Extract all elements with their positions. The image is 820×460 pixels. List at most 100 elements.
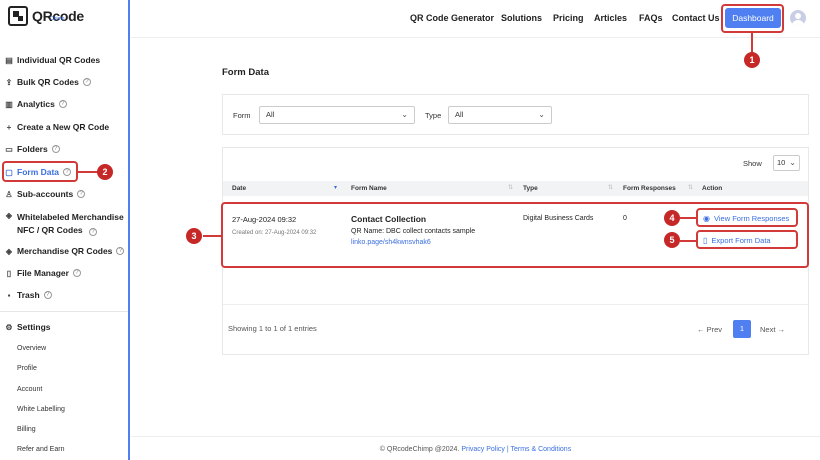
sidebar-item-label: File Manager	[17, 268, 69, 278]
sidebar-item-whitelabeled[interactable]: ◈ Whitelabeled Merchandise NFC / QR Code…	[4, 211, 124, 237]
sidebar-item-label: Merchandise QR Codes	[17, 246, 113, 256]
nav-solutions[interactable]: Solutions	[501, 13, 542, 23]
col-date[interactable]: Date	[232, 185, 246, 192]
qr-logo-icon	[8, 6, 28, 26]
annotation-box-1	[721, 4, 784, 33]
sidebar-item-label: Sub-accounts	[17, 189, 74, 199]
sidebar-item-create-qr[interactable]: + Create a New QR Code	[4, 122, 109, 132]
annotation-line-3	[203, 235, 221, 237]
arrow-left-icon: ←	[697, 325, 705, 334]
col-type[interactable]: Type	[523, 185, 538, 192]
sidebar-item-label: Create a New QR Code	[17, 122, 110, 132]
settings-profile[interactable]: Profile	[17, 365, 37, 372]
sidebar-item-file-manager[interactable]: ▯ File Manager ?	[4, 268, 81, 278]
sidebar-item-trash[interactable]: ▪ Trash ?	[4, 290, 52, 300]
col-action: Action	[702, 185, 723, 192]
sidebar-item-label: Settings	[17, 322, 51, 332]
col-form-name[interactable]: Form Name	[351, 185, 387, 192]
sort-icon[interactable]: ⇅	[608, 184, 613, 191]
sidebar-item-bulk-qr[interactable]: ⇪ Bulk QR Codes ?	[4, 77, 91, 87]
tag-icon: ◈	[5, 211, 13, 220]
stack-icon: ▤	[5, 55, 13, 65]
annotation-badge-2: 2	[97, 164, 113, 180]
sidebar-item-label: Whitelabeled Merchandise	[17, 212, 124, 222]
sidebar-item-sub-accounts[interactable]: ♙ Sub-accounts ?	[4, 189, 86, 199]
sidebar-item-settings[interactable]: ⚙ Settings	[4, 322, 51, 332]
nav-contact[interactable]: Contact Us	[672, 13, 720, 23]
nav-qr-generator[interactable]: QR Code Generator	[410, 13, 494, 23]
page-size-value: 10	[777, 158, 786, 167]
nav-articles[interactable]: Articles	[594, 13, 627, 23]
chevron-down-icon: ⌄	[401, 110, 408, 119]
page-1-button[interactable]: 1	[733, 320, 751, 338]
settings-white-labelling[interactable]: White Labelling	[17, 406, 65, 413]
annotation-line-1	[751, 33, 753, 53]
sidebar-item-label-wrap: Whitelabeled Merchandise NFC / QR Codes …	[17, 211, 124, 237]
settings-overview[interactable]: Overview	[17, 345, 46, 352]
chevron-down-icon: ⌄	[538, 110, 545, 119]
arrow-right-icon: →	[777, 325, 786, 334]
sidebar-item-label: Trash	[17, 290, 40, 300]
settings-refer[interactable]: Refer and Earn	[17, 446, 64, 453]
help-icon[interactable]: ?	[82, 78, 91, 86]
help-icon[interactable]: ?	[72, 269, 81, 277]
help-icon[interactable]: ?	[51, 145, 60, 153]
sort-icon[interactable]: ⇅	[508, 184, 513, 191]
type-filter-label: Type	[425, 111, 442, 120]
help-icon[interactable]: ?	[116, 247, 125, 255]
page-title: Form Data	[222, 67, 269, 78]
footer: © QRcodeChimp @2024. Privacy Policy | Te…	[131, 436, 820, 460]
next-label: Next	[760, 325, 776, 334]
type-filter-select[interactable]: All ⌄	[448, 106, 552, 124]
trash-icon: ▪	[7, 290, 11, 300]
footer-separator: |	[506, 446, 509, 453]
sidebar-divider	[0, 311, 128, 312]
privacy-link[interactable]: Privacy Policy	[461, 446, 505, 453]
prev-button[interactable]: ← Prev	[697, 325, 722, 334]
folder-icon: ▭	[5, 144, 13, 154]
sidebar-item-analytics[interactable]: ▥ Analytics ?	[4, 99, 67, 109]
type-filter-value: All	[455, 110, 464, 119]
nav-faqs[interactable]: FAQs	[639, 13, 663, 23]
chevron-down-icon: ⌄	[789, 158, 796, 167]
footer-copyright: © QRcodeChimp @2024.	[379, 446, 460, 453]
sort-desc-icon[interactable]: ▾	[334, 184, 337, 191]
help-icon[interactable]: ?	[43, 291, 52, 299]
sidebar-item-label: Individual QR Codes	[17, 55, 101, 65]
annotation-badge-4: 4	[664, 210, 680, 226]
logo[interactable]: QRcode	[8, 6, 84, 26]
entries-info: Showing 1 to 1 of 1 entries	[228, 324, 317, 333]
nav-pricing[interactable]: Pricing	[553, 13, 584, 23]
file-icon: ▯	[6, 268, 12, 278]
help-icon[interactable]: ?	[58, 100, 67, 108]
bar-chart-icon: ▥	[5, 99, 13, 109]
sidebar-item-label: Bulk QR Codes	[17, 77, 79, 87]
annotation-box-2	[2, 161, 78, 182]
form-filter-select[interactable]: All ⌄	[259, 106, 415, 124]
sidebar: QRcode Chimp ▤ Individual QR Codes ⇪ Bul…	[0, 0, 130, 460]
next-button[interactable]: Next →	[760, 325, 785, 334]
sidebar-item-merchandise[interactable]: ◈ Merchandise QR Codes ?	[4, 246, 125, 256]
plus-icon: +	[6, 122, 12, 132]
form-filter-label: Form	[233, 111, 251, 120]
gear-icon: ⚙	[5, 322, 13, 332]
annotation-box-4	[696, 208, 798, 227]
upload-icon: ⇪	[5, 77, 13, 87]
help-icon[interactable]: ?	[89, 228, 98, 236]
page-size-select[interactable]: 10 ⌄	[773, 155, 800, 171]
sort-icon[interactable]: ⇅	[688, 184, 693, 191]
terms-link[interactable]: Terms & Conditions	[511, 446, 572, 453]
settings-account[interactable]: Account	[17, 386, 42, 393]
prev-label: Prev	[706, 325, 723, 334]
user-icon: ♙	[5, 189, 13, 199]
logo-sub: Chimp	[50, 16, 65, 22]
settings-billing[interactable]: Billing	[17, 426, 36, 433]
help-icon[interactable]: ?	[77, 190, 86, 198]
col-form-responses[interactable]: Form Responses	[623, 185, 676, 192]
annotation-box-5	[696, 230, 798, 249]
avatar[interactable]	[790, 10, 806, 26]
sidebar-item-folders[interactable]: ▭ Folders ?	[4, 144, 60, 154]
table-header: Date ▾ Form Name ⇅ Type ⇅ Form Responses…	[223, 181, 808, 196]
sidebar-item-individual-qr[interactable]: ▤ Individual QR Codes	[4, 55, 100, 65]
annotation-badge-1: 1	[744, 52, 760, 68]
